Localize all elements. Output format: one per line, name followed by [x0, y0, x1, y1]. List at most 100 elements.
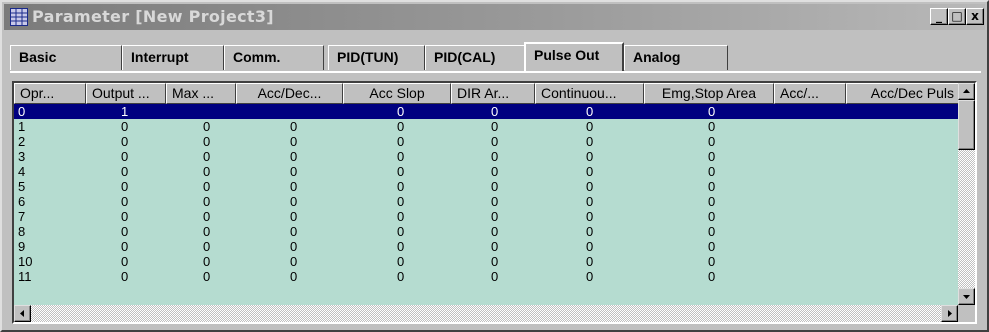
- table-cell[interactable]: 0: [708, 224, 715, 239]
- table-cell[interactable]: 0: [397, 254, 404, 269]
- column-header[interactable]: Continuou...: [535, 83, 644, 104]
- table-row[interactable]: 6 0 0 0 0 0 0 0: [14, 194, 959, 209]
- table-cell[interactable]: 0: [708, 194, 715, 209]
- tab-interrupt[interactable]: Interrupt: [122, 45, 224, 70]
- vertical-scrollbar[interactable]: [958, 83, 975, 305]
- close-button[interactable]: x: [966, 8, 984, 25]
- table-cell[interactable]: 0: [121, 134, 128, 149]
- table-cell[interactable]: 0: [290, 209, 297, 224]
- column-header[interactable]: Emg,Stop Area: [644, 83, 774, 104]
- table-cell[interactable]: 0: [708, 239, 715, 254]
- column-header[interactable]: Max ...: [166, 83, 236, 104]
- table-cell[interactable]: 0: [397, 134, 404, 149]
- table-row[interactable]: 4 0 0 0 0 0 0 0: [14, 164, 959, 179]
- column-header[interactable]: DIR Ar...: [451, 83, 535, 104]
- table-cell[interactable]: 0: [586, 254, 593, 269]
- table-cell[interactable]: 0: [203, 209, 210, 224]
- table-cell[interactable]: 0: [397, 239, 404, 254]
- table-cell[interactable]: 0: [121, 254, 128, 269]
- table-cell[interactable]: 0: [491, 269, 498, 284]
- row-number[interactable]: 0: [18, 104, 25, 119]
- table-cell[interactable]: 0: [491, 104, 498, 119]
- table-cell[interactable]: 0: [397, 164, 404, 179]
- table-cell[interactable]: 0: [203, 179, 210, 194]
- table-cell[interactable]: 0: [708, 254, 715, 269]
- table-cell[interactable]: 0: [586, 194, 593, 209]
- table-cell[interactable]: 0: [203, 269, 210, 284]
- row-number[interactable]: 2: [18, 134, 25, 149]
- table-row[interactable]: 0 1 0 0 0 0: [14, 104, 959, 119]
- table-cell[interactable]: 0: [290, 179, 297, 194]
- table-cell[interactable]: 0: [397, 224, 404, 239]
- table-cell[interactable]: 0: [586, 134, 593, 149]
- table-cell[interactable]: 0: [708, 119, 715, 134]
- row-number[interactable]: 6: [18, 194, 25, 209]
- table-cell[interactable]: 0: [491, 194, 498, 209]
- table-row[interactable]: 5 0 0 0 0 0 0 0: [14, 179, 959, 194]
- tab-analog[interactable]: Analog: [624, 45, 728, 70]
- table-cell[interactable]: 0: [491, 239, 498, 254]
- table-cell[interactable]: 0: [121, 149, 128, 164]
- table-cell[interactable]: 0: [491, 119, 498, 134]
- scroll-thumb[interactable]: [958, 100, 975, 150]
- table-cell[interactable]: 0: [397, 104, 404, 119]
- column-header[interactable]: Opr...: [14, 83, 86, 104]
- table-cell[interactable]: 0: [290, 194, 297, 209]
- table-cell[interactable]: 0: [121, 224, 128, 239]
- restore-button[interactable]: □: [948, 8, 966, 25]
- up-arrow-icon[interactable]: [958, 83, 975, 100]
- table-row[interactable]: 8 0 0 0 0 0 0 0: [14, 224, 959, 239]
- table-cell[interactable]: 0: [491, 149, 498, 164]
- column-header[interactable]: Acc/...: [774, 83, 846, 104]
- table-cell[interactable]: 0: [397, 119, 404, 134]
- table-cell[interactable]: 0: [203, 164, 210, 179]
- table-row[interactable]: 3 0 0 0 0 0 0 0: [14, 149, 959, 164]
- column-header[interactable]: Output ...: [86, 83, 166, 104]
- table-cell[interactable]: 1: [121, 104, 128, 119]
- table-cell[interactable]: 0: [290, 269, 297, 284]
- minimize-button[interactable]: _: [930, 8, 948, 25]
- table-cell[interactable]: 0: [121, 179, 128, 194]
- tab-pulse-out[interactable]: Pulse Out: [524, 42, 624, 71]
- row-number[interactable]: 4: [18, 164, 25, 179]
- table-cell[interactable]: 0: [491, 254, 498, 269]
- table-cell[interactable]: 0: [203, 239, 210, 254]
- row-number[interactable]: 8: [18, 224, 25, 239]
- table-row[interactable]: 10 0 0 0 0 0 0 0: [14, 254, 959, 269]
- row-number[interactable]: 9: [18, 239, 25, 254]
- table-cell[interactable]: 0: [586, 104, 593, 119]
- table-row[interactable]: 1 0 0 0 0 0 0 0: [14, 119, 959, 134]
- table-cell[interactable]: 0: [397, 269, 404, 284]
- tab-comm[interactable]: Comm.: [224, 45, 324, 70]
- table-cell[interactable]: 0: [203, 149, 210, 164]
- column-header[interactable]: Acc/Dec Puls: [846, 83, 959, 104]
- table-cell[interactable]: 0: [586, 149, 593, 164]
- table-cell[interactable]: 0: [290, 164, 297, 179]
- tab-pid-cal[interactable]: PID(CAL): [425, 45, 525, 70]
- parameter-grid[interactable]: Opr... Output ... Max ... Acc/Dec... Acc Slo…: [12, 81, 977, 324]
- table-row[interactable]: 11 0 0 0 0 0 0 0: [14, 269, 959, 284]
- table-cell[interactable]: 0: [708, 164, 715, 179]
- table-cell[interactable]: 0: [708, 179, 715, 194]
- row-number[interactable]: 5: [18, 179, 25, 194]
- table-cell[interactable]: 0: [491, 134, 498, 149]
- table-cell[interactable]: 0: [121, 119, 128, 134]
- table-cell[interactable]: 0: [203, 119, 210, 134]
- table-cell[interactable]: 0: [121, 164, 128, 179]
- table-cell[interactable]: 0: [491, 179, 498, 194]
- table-cell[interactable]: 0: [708, 209, 715, 224]
- table-cell[interactable]: 0: [491, 209, 498, 224]
- title-bar[interactable]: Parameter [New Project3] _ □ x: [4, 4, 985, 30]
- row-number[interactable]: 1: [18, 119, 25, 134]
- row-number[interactable]: 11: [18, 269, 32, 284]
- tab-basic[interactable]: Basic: [10, 45, 122, 70]
- column-header[interactable]: Acc Slop: [343, 83, 451, 104]
- table-cell[interactable]: 0: [290, 239, 297, 254]
- table-cell[interactable]: 0: [203, 224, 210, 239]
- tab-pid-tun[interactable]: PID(TUN): [328, 45, 425, 70]
- table-cell[interactable]: 0: [290, 254, 297, 269]
- table-cell[interactable]: 0: [397, 209, 404, 224]
- right-arrow-icon[interactable]: [941, 305, 958, 322]
- table-cell[interactable]: 0: [491, 224, 498, 239]
- table-cell[interactable]: 0: [397, 194, 404, 209]
